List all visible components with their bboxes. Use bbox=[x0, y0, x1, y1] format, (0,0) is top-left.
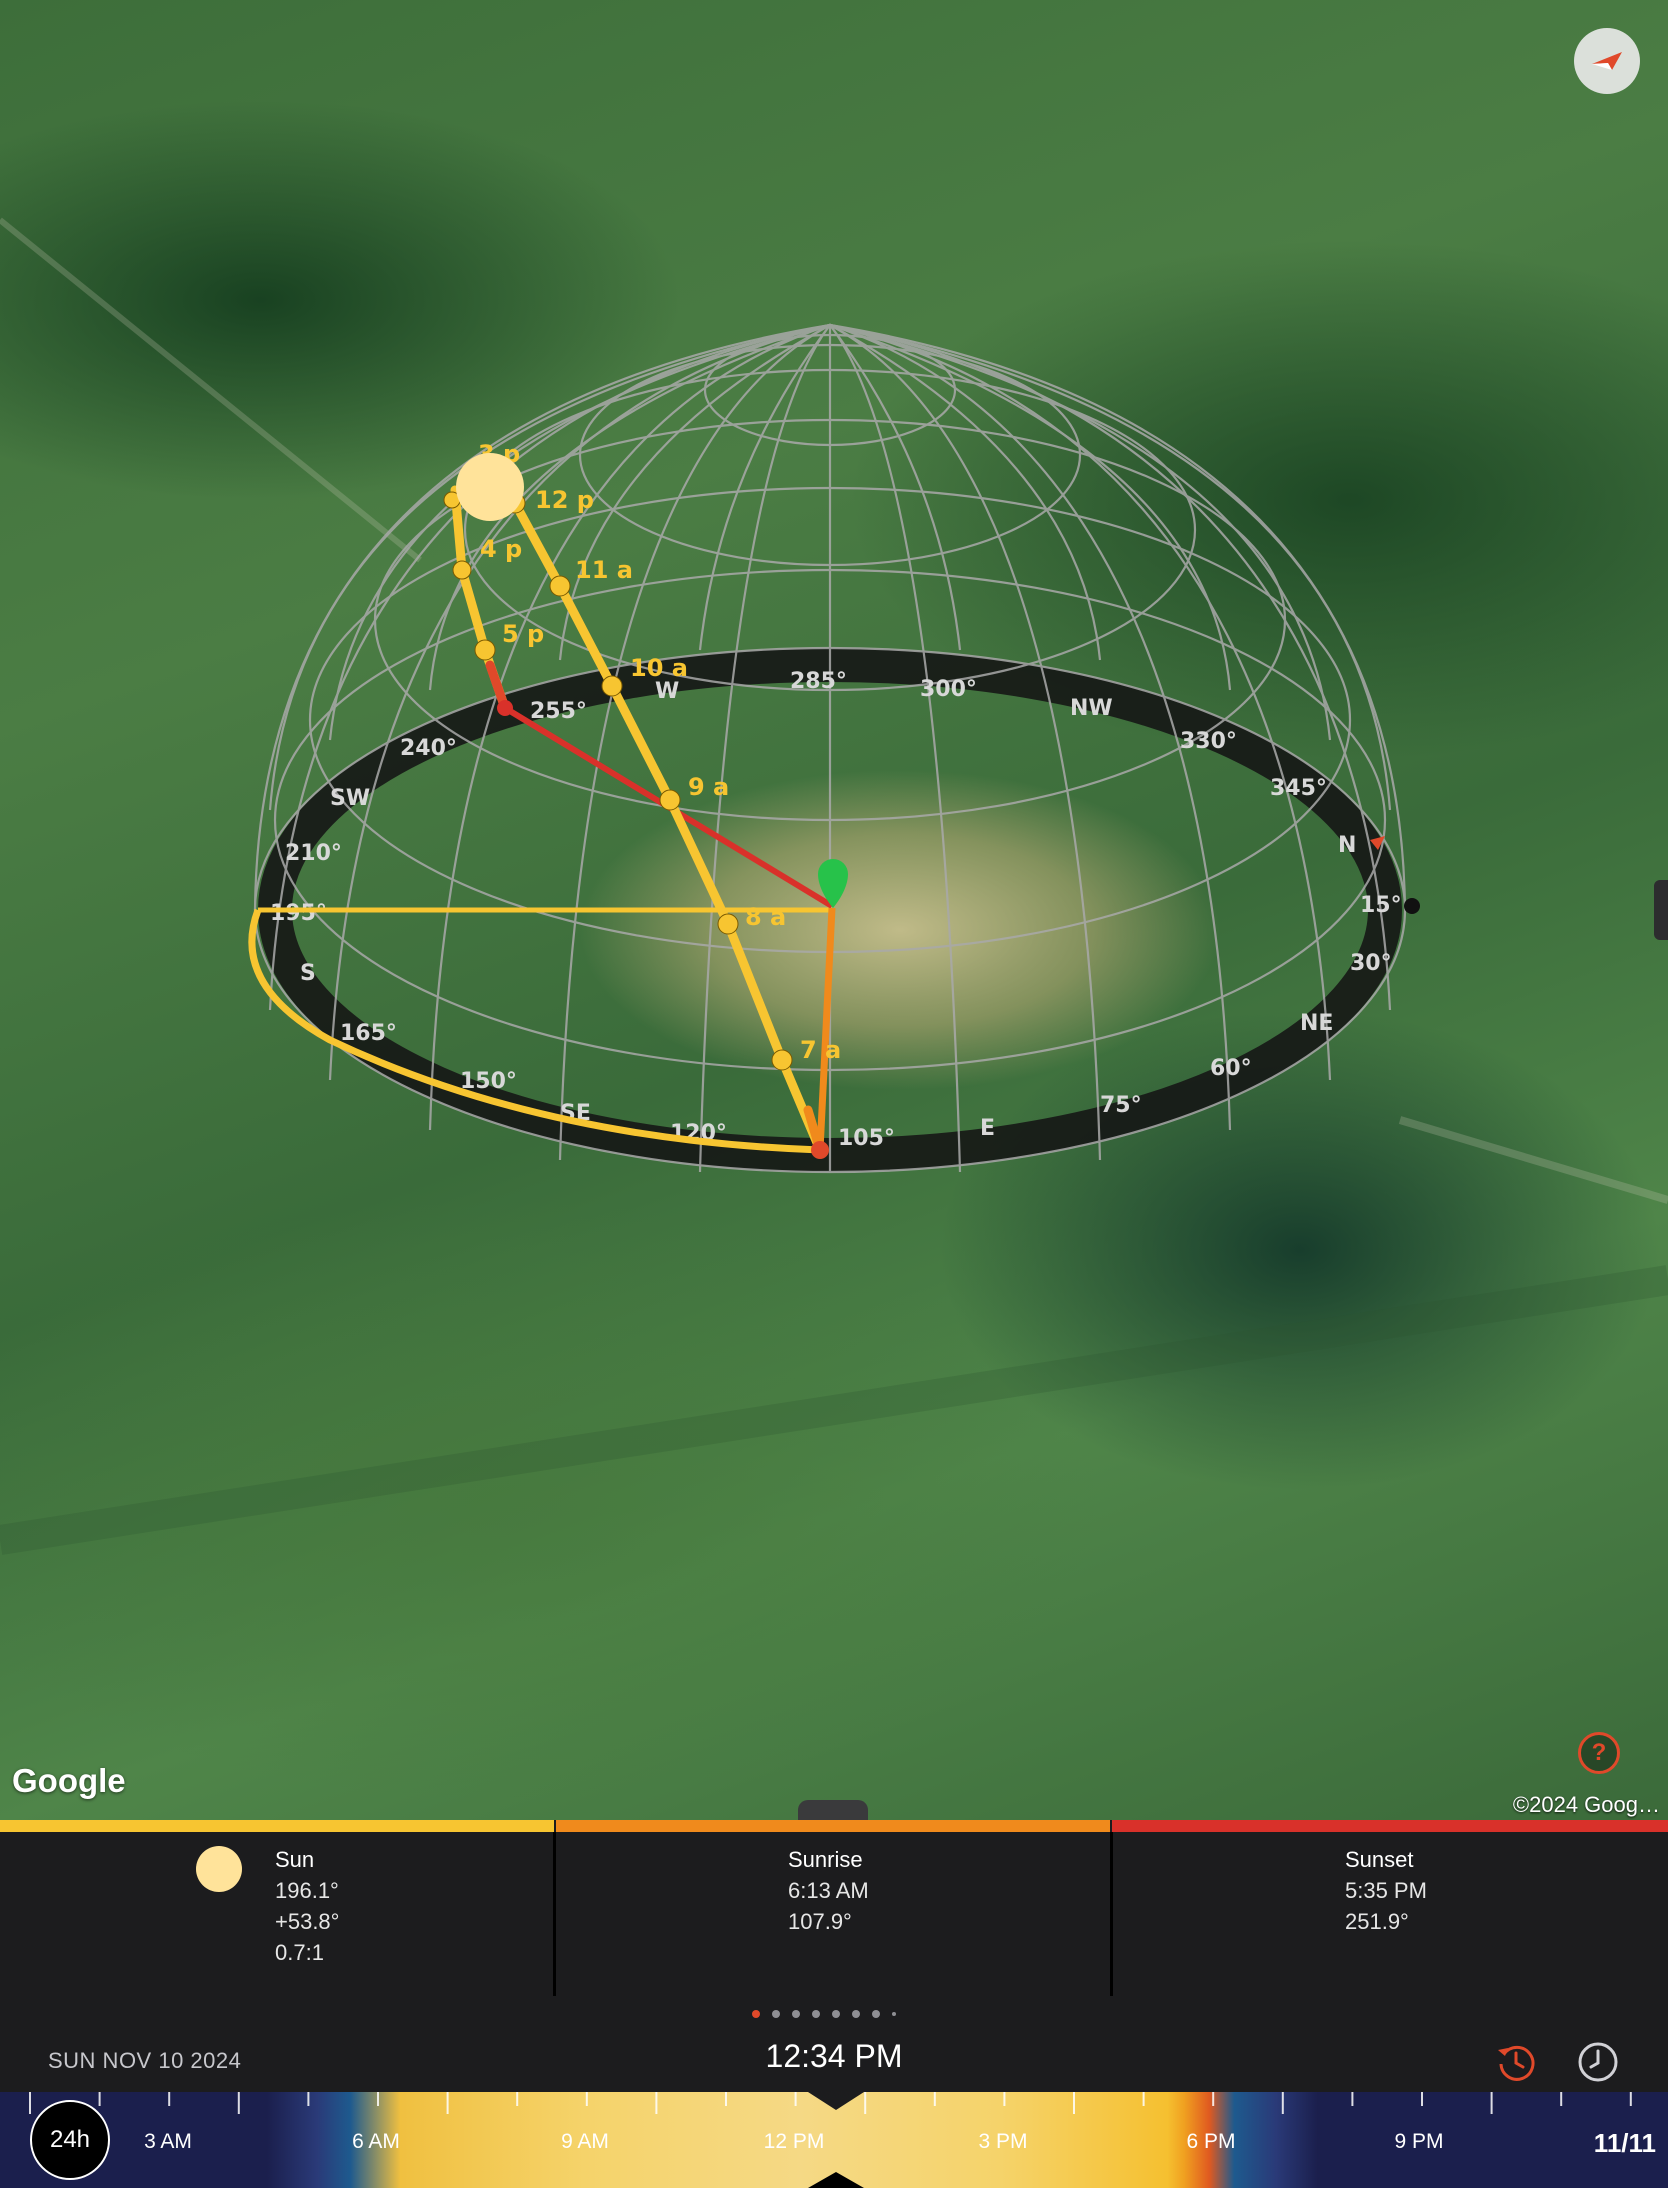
hour-label: 3 AM bbox=[144, 2130, 192, 2153]
hour-label-8a: 8 a bbox=[745, 903, 786, 931]
hour-label: 9 AM bbox=[561, 2130, 609, 2153]
page-indicator[interactable] bbox=[752, 2010, 896, 2018]
hour-label-5p: 5 p bbox=[502, 620, 544, 648]
page-dot[interactable] bbox=[772, 2010, 780, 2018]
reset-time-icon[interactable] bbox=[1494, 2040, 1538, 2084]
sun-elevation: +53.8° bbox=[275, 1909, 340, 1934]
sunset-point bbox=[497, 700, 513, 716]
hour-label: 12 PM bbox=[763, 2130, 825, 2153]
hour-label-9a: 9 a bbox=[688, 773, 729, 801]
svg-text:195°: 195° bbox=[270, 901, 327, 926]
sun-color-bar bbox=[0, 1820, 554, 1832]
sunrise-point bbox=[811, 1141, 829, 1159]
datetime-bar: SUN NOV 10 2024 12:34 PM bbox=[0, 1996, 1668, 2092]
sunrise-color-bar bbox=[556, 1820, 1110, 1832]
map-copyright: ©2024 Goog… bbox=[1512, 1792, 1660, 1817]
hour-label: 6 PM bbox=[1186, 2130, 1236, 2153]
page-dot[interactable] bbox=[852, 2010, 860, 2018]
svg-text:75°: 75° bbox=[1100, 1093, 1142, 1118]
map-view[interactable]: 285° 300° NW 330° 345° N 15° 30° NE 60° … bbox=[0, 0, 1668, 1820]
sun-info-card[interactable]: Sun 196.1° +53.8° 0.7:1 bbox=[0, 1820, 554, 1996]
google-logo: Google bbox=[12, 1762, 126, 1799]
page-dot[interactable] bbox=[872, 2010, 880, 2018]
svg-text:240°: 240° bbox=[400, 736, 457, 761]
svg-text:E: E bbox=[980, 1116, 995, 1141]
sun-path-morning bbox=[483, 473, 825, 1155]
svg-text:60°: 60° bbox=[1210, 1056, 1252, 1081]
current-time[interactable]: 12:34 PM bbox=[0, 2038, 1668, 2075]
help-icon: ? bbox=[1591, 1739, 1607, 1766]
info-panel: Sun 196.1° +53.8° 0.7:1 Sunrise 6:13 AM … bbox=[0, 1820, 1668, 1996]
svg-text:15°: 15° bbox=[1360, 893, 1402, 918]
svg-text:330°: 330° bbox=[1180, 729, 1237, 754]
sun-azimuth: 196.1° bbox=[275, 1878, 339, 1903]
svg-text:345°: 345° bbox=[1270, 776, 1327, 801]
hour-label-4p: 4 p bbox=[480, 535, 522, 563]
sunrise-azimuth: 107.9° bbox=[788, 1909, 852, 1934]
current-date[interactable]: SUN NOV 10 2024 bbox=[48, 2048, 241, 2074]
svg-text:W: W bbox=[655, 679, 679, 704]
hour-label-11a: 11 a bbox=[575, 556, 633, 584]
svg-text:30°: 30° bbox=[1350, 951, 1392, 976]
svg-text:105°: 105° bbox=[838, 1126, 895, 1151]
help-button[interactable]: ? bbox=[1578, 1732, 1620, 1774]
page-dot[interactable] bbox=[832, 2010, 840, 2018]
sunset-info-card[interactable]: Sunset 5:35 PM 251.9° bbox=[1112, 1820, 1668, 1996]
sun-path-overlay: 285° 300° NW 330° 345° N 15° 30° NE 60° … bbox=[0, 217, 1668, 1555]
now-marker-top bbox=[808, 2092, 864, 2110]
svg-text:SW: SW bbox=[330, 786, 370, 811]
compass-button[interactable] bbox=[1574, 28, 1640, 94]
clock-icon[interactable] bbox=[1576, 2040, 1620, 2084]
svg-text:285°: 285° bbox=[790, 669, 847, 694]
svg-text:300°: 300° bbox=[920, 677, 977, 702]
svg-text:NE: NE bbox=[1300, 1011, 1333, 1036]
hour-label-7a: 7 a bbox=[800, 1036, 841, 1064]
sunset-title: Sunset bbox=[1345, 1847, 1414, 1872]
page-dot[interactable] bbox=[792, 2010, 800, 2018]
sun-icon bbox=[196, 1846, 242, 1892]
svg-text:210°: 210° bbox=[285, 841, 342, 866]
sun-disc[interactable] bbox=[456, 453, 524, 521]
ring-handle[interactable] bbox=[1404, 898, 1420, 914]
hour-label: 6 AM bbox=[352, 2130, 400, 2153]
page-dot[interactable] bbox=[812, 2010, 820, 2018]
sun-shadow-ratio: 0.7:1 bbox=[275, 1940, 324, 1965]
sunset-color-bar bbox=[1112, 1820, 1668, 1832]
sunrise-title: Sunrise bbox=[788, 1847, 863, 1872]
hour-label: 3 PM bbox=[978, 2130, 1028, 2153]
svg-text:N: N bbox=[1338, 833, 1356, 858]
svg-text:S: S bbox=[300, 961, 316, 986]
hour-label-12p: 12 p bbox=[535, 486, 594, 514]
svg-text:165°: 165° bbox=[340, 1021, 397, 1046]
panel-drag-handle[interactable] bbox=[798, 1800, 868, 1820]
sunset-azimuth: 251.9° bbox=[1345, 1909, 1409, 1934]
page-dot[interactable] bbox=[892, 2012, 896, 2016]
sunrise-time: 6:13 AM bbox=[788, 1878, 869, 1903]
hour-label: 9 PM bbox=[1394, 2130, 1444, 2153]
sunrise-info-card[interactable]: Sunrise 6:13 AM 107.9° bbox=[556, 1820, 1110, 1996]
24h-toggle-button[interactable]: 24h bbox=[30, 2100, 110, 2180]
sun-title: Sun bbox=[275, 1847, 315, 1872]
side-panel-tab[interactable] bbox=[1654, 880, 1668, 940]
svg-text:NW: NW bbox=[1070, 696, 1113, 721]
compass-arrow-icon bbox=[1592, 52, 1622, 70]
hour-label-10a: 10 a bbox=[630, 654, 688, 682]
next-date-label: 11/11 bbox=[1593, 2128, 1656, 2158]
svg-text:255°: 255° bbox=[530, 699, 587, 724]
sunset-time: 5:35 PM bbox=[1345, 1878, 1427, 1903]
page-dot[interactable] bbox=[752, 2010, 760, 2018]
now-marker-bottom bbox=[808, 2172, 864, 2188]
